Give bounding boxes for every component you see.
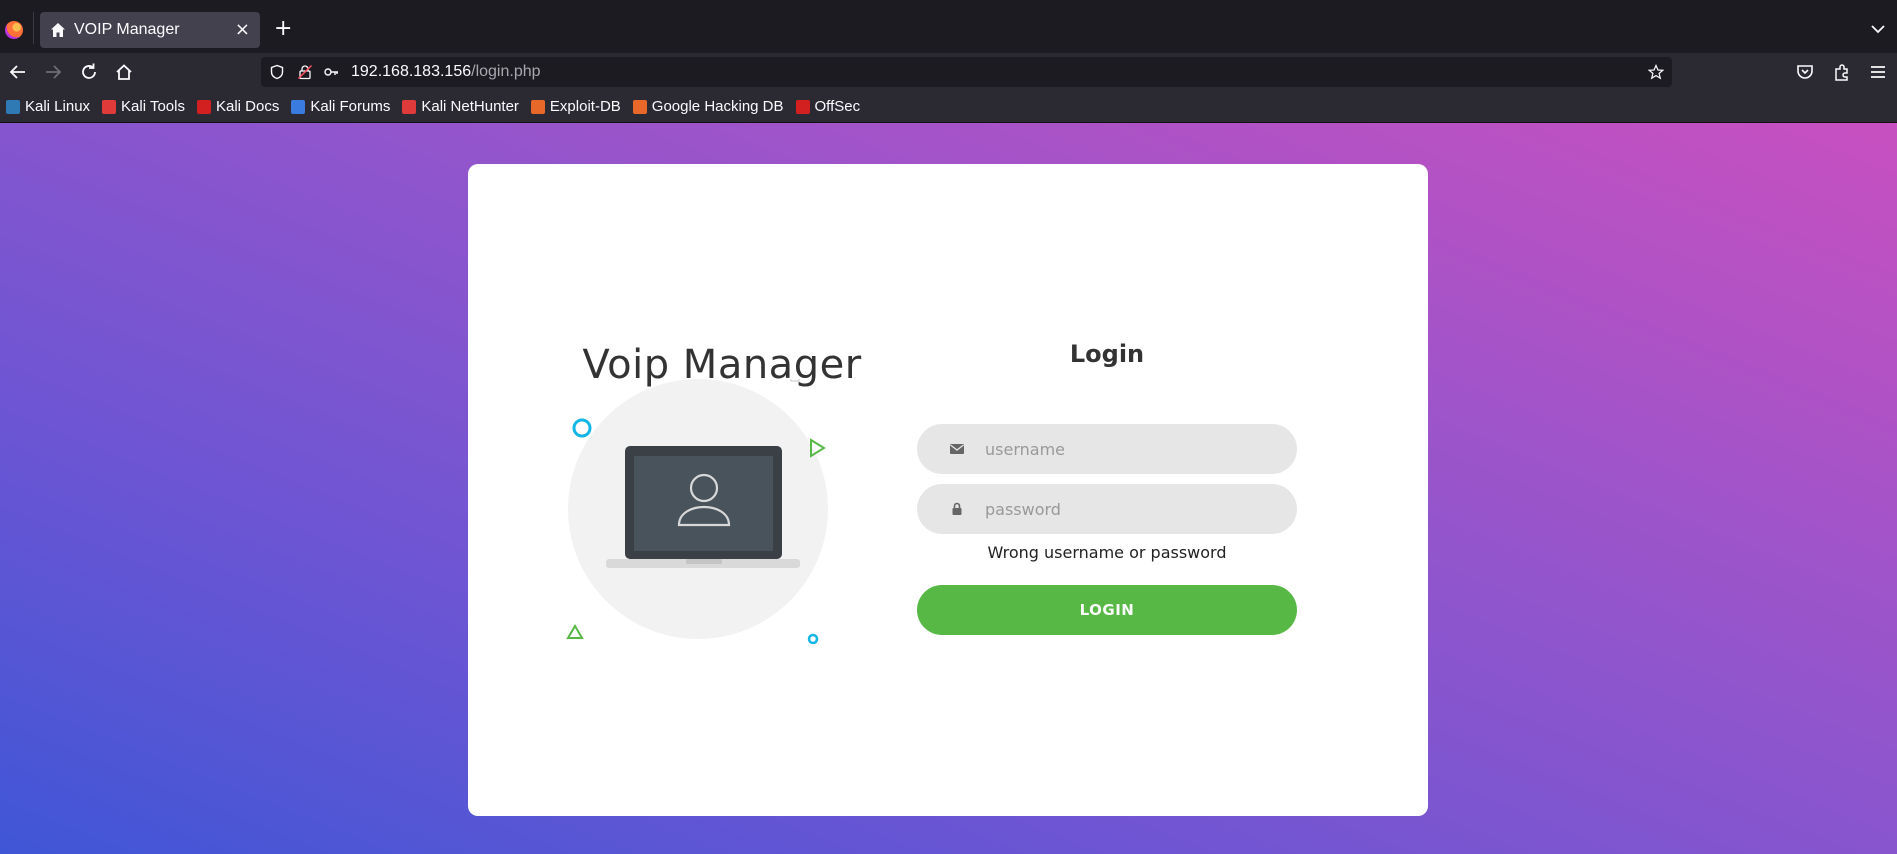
error-message: Wrong username or password xyxy=(987,543,1227,562)
page-background: Voip Manager Login username Wrong userna… xyxy=(0,123,1897,854)
tab-bar: VOIP Manager × + xyxy=(0,8,1897,53)
tab-separator xyxy=(33,12,34,44)
kali-forums-icon xyxy=(291,99,306,114)
decor-triangle-icon xyxy=(566,624,584,639)
pocket-icon[interactable] xyxy=(1795,62,1815,82)
username-input[interactable] xyxy=(917,424,1297,474)
tab-voip-manager[interactable]: VOIP Manager × xyxy=(40,12,260,48)
decor-small-circle-icon xyxy=(807,633,819,644)
bookmarks-toolbar: Kali Linux Kali Tools Kali Docs Kali For… xyxy=(0,91,1897,123)
key-icon[interactable] xyxy=(323,64,339,80)
decor-circle-icon xyxy=(572,418,592,438)
tab-title: VOIP Manager xyxy=(74,21,180,38)
close-tab-icon[interactable]: × xyxy=(235,19,250,40)
url-text[interactable]: 192.168.183.156/login.php xyxy=(351,63,541,81)
back-arrow-icon[interactable] xyxy=(7,61,29,83)
url-bar[interactable]: 192.168.183.156/login.php xyxy=(261,57,1672,87)
decor-square-icon xyxy=(790,379,800,382)
window-top-strip xyxy=(0,0,1897,8)
password-field[interactable] xyxy=(917,484,1297,534)
forward-arrow-icon[interactable] xyxy=(42,61,64,83)
new-tab-button[interactable]: + xyxy=(274,18,292,40)
house-icon xyxy=(51,23,65,37)
username-field[interactable] xyxy=(917,424,1297,474)
bookmark-label: Kali Linux xyxy=(25,98,91,115)
bookmark-kali-nethunter[interactable]: Kali NetHunter xyxy=(402,98,519,115)
bookmark-label: Kali Docs xyxy=(215,98,280,115)
bookmark-label: Kali NetHunter xyxy=(421,98,519,115)
firefox-icon[interactable] xyxy=(5,21,23,39)
insecure-lock-icon[interactable] xyxy=(297,64,313,80)
bookmark-kali-forums[interactable]: Kali Forums xyxy=(291,98,390,115)
extensions-icon[interactable] xyxy=(1832,62,1852,82)
login-title: Login xyxy=(1069,340,1145,368)
bookmark-exploit-db[interactable]: Exploit-DB xyxy=(530,98,621,115)
kali-tools-icon xyxy=(102,99,117,114)
exploit-db-icon xyxy=(530,99,545,114)
reload-icon[interactable] xyxy=(78,61,100,83)
navigation-bar: 192.168.183.156/login.php xyxy=(0,53,1897,91)
home-icon[interactable] xyxy=(113,61,135,83)
bookmark-star-icon[interactable] xyxy=(1648,64,1664,80)
laptop-user-illustration xyxy=(566,379,828,644)
bookmark-label: Google Hacking DB xyxy=(651,98,784,115)
password-input[interactable] xyxy=(917,484,1297,534)
login-card: Voip Manager Login username Wrong userna… xyxy=(468,164,1428,816)
bookmark-offsec[interactable]: OffSec xyxy=(795,98,861,115)
bookmark-kali-tools[interactable]: Kali Tools xyxy=(102,98,185,115)
bookmark-label: Kali Tools xyxy=(121,98,185,115)
url-host: 192.168.183.156 xyxy=(351,63,472,80)
chevron-down-icon[interactable] xyxy=(1869,20,1887,38)
offsec-icon xyxy=(795,99,810,114)
shield-icon[interactable] xyxy=(269,64,285,80)
kali-docs-icon xyxy=(196,99,211,114)
bookmark-label: Exploit-DB xyxy=(549,98,621,115)
kali-nethunter-icon xyxy=(402,99,417,114)
kali-dragon-icon xyxy=(6,99,20,114)
hamburger-menu-icon[interactable] xyxy=(1868,62,1888,82)
bookmark-kali-linux[interactable]: Kali Linux xyxy=(6,98,90,115)
bookmark-kali-docs[interactable]: Kali Docs xyxy=(196,98,280,115)
bookmark-google-hacking-db[interactable]: Google Hacking DB xyxy=(632,98,784,115)
url-path: /login.php xyxy=(471,63,541,80)
google-hacking-db-icon xyxy=(632,99,647,114)
bookmark-label: Kali Forums xyxy=(310,98,391,115)
login-button[interactable]: LOGIN xyxy=(917,585,1297,635)
bookmark-label: OffSec xyxy=(814,98,861,115)
